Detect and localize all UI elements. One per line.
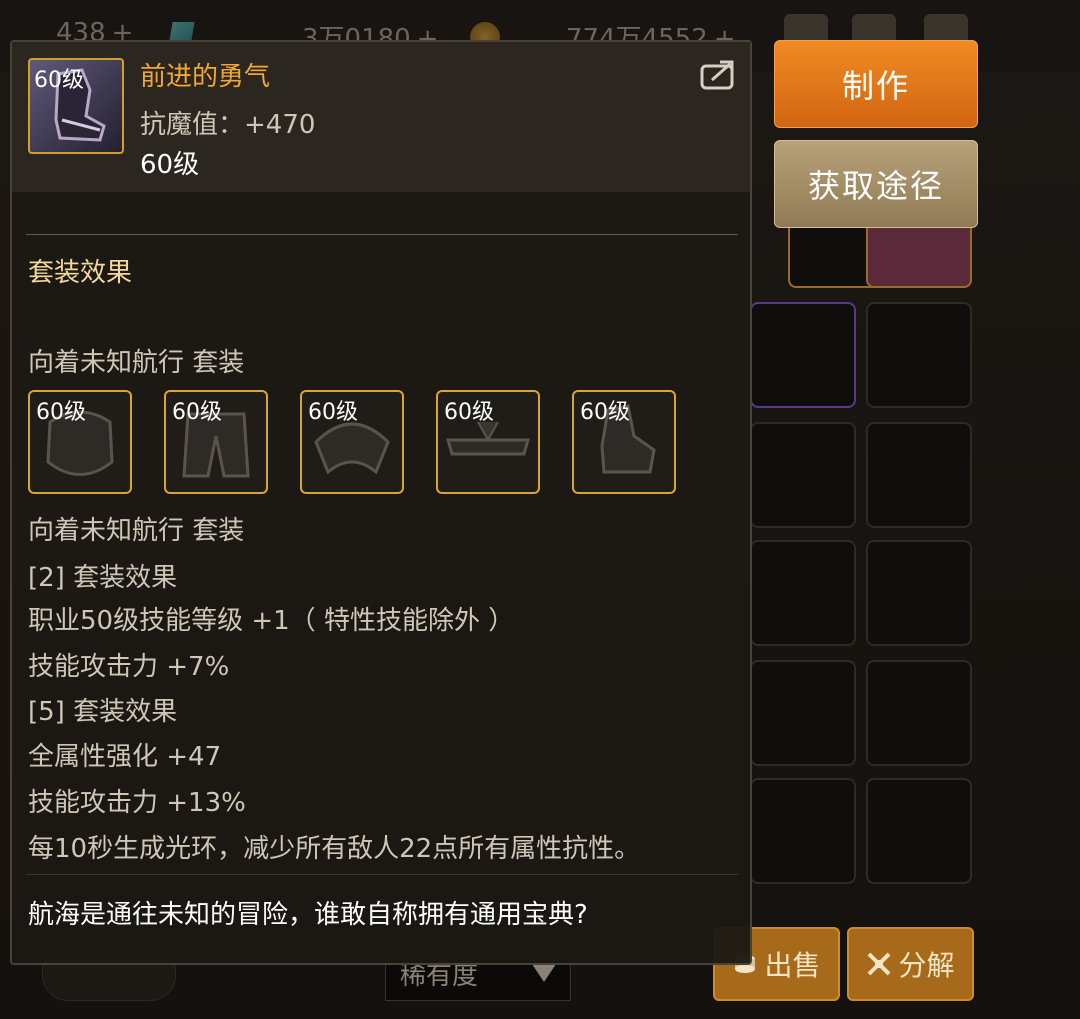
set-effect-5-header: [5] 套装效果 <box>28 697 178 727</box>
set-name-top: 向着未知航行 套装 <box>28 348 245 378</box>
flavor-text: 航海是通往未知的冒险，谁敢自称拥有通用宝典? <box>28 900 588 930</box>
inventory-slot[interactable] <box>866 422 972 528</box>
triangle-down-icon <box>532 964 556 982</box>
inventory-slot[interactable] <box>866 302 972 408</box>
item-icon: 60级 <box>28 58 124 154</box>
item-level: 60级 <box>140 150 200 180</box>
set-piece-2[interactable]: 60级 <box>164 390 268 494</box>
set-piece-level: 60级 <box>172 400 222 425</box>
set-name-bottom: 向着未知航行 套装 <box>28 516 245 546</box>
set-effect-line: 每10秒生成光环，减少所有敌人22点所有属性抗性。 <box>28 834 641 864</box>
set-piece-1[interactable]: 60级 <box>28 390 132 494</box>
inventory-slot[interactable] <box>866 778 972 884</box>
share-icon[interactable] <box>700 58 738 90</box>
inventory-slot[interactable] <box>866 660 972 766</box>
disassemble-label: 分解 <box>898 949 955 982</box>
disassemble-button[interactable]: 分解 <box>847 927 974 1001</box>
set-effect-2-header: [2] 套装效果 <box>28 563 178 593</box>
set-piece-4[interactable]: 60级 <box>436 390 540 494</box>
divider <box>26 874 738 875</box>
set-effect-title: 套装效果 <box>28 258 133 288</box>
item-name: 前进的勇气 <box>140 62 271 92</box>
set-piece-5[interactable]: 60级 <box>572 390 676 494</box>
set-effect-line: 全属性强化 +47 <box>28 742 222 772</box>
item-level-badge: 60级 <box>34 68 84 93</box>
inventory-slot[interactable] <box>750 422 856 528</box>
item-tooltip: 60级 前进的勇气 抗魔值：+470 60级 套装效果 向着未知航行 套装 60… <box>10 40 752 965</box>
set-piece-level: 60级 <box>36 400 86 425</box>
disassemble-icon <box>868 952 891 976</box>
divider <box>26 234 738 235</box>
set-effect-line: 技能攻击力 +13% <box>28 788 246 818</box>
inventory-slot[interactable] <box>750 302 856 408</box>
set-piece-level: 60级 <box>444 400 494 425</box>
obtain-source-button[interactable]: 获取途径 <box>774 140 978 228</box>
set-effect-line: 职业50级技能等级 +1（ 特性技能除外 ） <box>28 606 515 636</box>
set-piece-level: 60级 <box>580 400 630 425</box>
sell-label: 出售 <box>764 949 821 982</box>
set-piece-level: 60级 <box>308 400 358 425</box>
set-piece-3[interactable]: 60级 <box>300 390 404 494</box>
make-button[interactable]: 制作 <box>774 40 978 128</box>
inventory-slot[interactable] <box>750 540 856 646</box>
inventory-slot[interactable] <box>750 778 856 884</box>
inventory-slot[interactable] <box>866 540 972 646</box>
item-stat: 抗魔值：+470 <box>140 110 316 140</box>
inventory-slot[interactable] <box>750 660 856 766</box>
set-effect-line: 技能攻击力 +7% <box>28 652 230 682</box>
